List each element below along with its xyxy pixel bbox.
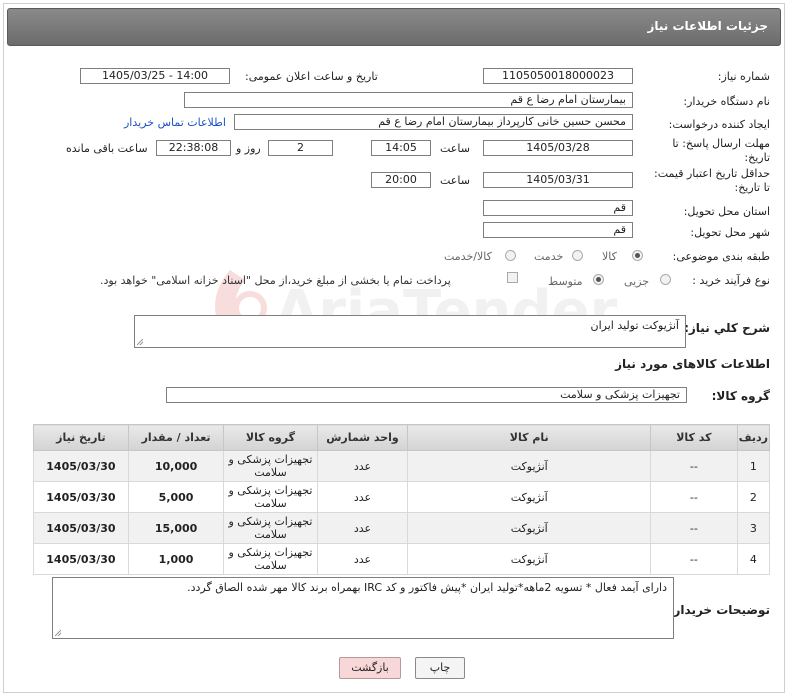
requester-label: ایجاد کننده درخواست: <box>668 118 770 131</box>
goods-info-heading: اطلاعات کالاهای مورد نیاز <box>615 357 770 371</box>
buyer-org-field: بیمارستان امام رضا ع قم <box>184 92 633 108</box>
col-goods-group: گروه کالا <box>223 424 318 451</box>
header-bar: جزئیات اطلاعات نیاز <box>7 8 781 46</box>
cell-goods-code: -- <box>650 543 738 575</box>
process-type-label: نوع فرآیند خرید : <box>692 274 770 287</box>
col-need-date: تاریخ نیاز <box>33 424 129 451</box>
goods-group-field: تجهیزات پزشکی و سلامت <box>166 387 687 403</box>
cell-goods-name: آنژیوکت <box>407 450 652 482</box>
cell-unit: عدد <box>316 481 409 513</box>
cell-goods-name: آنژیوکت <box>407 481 652 513</box>
resize-grip-icon[interactable] <box>137 339 143 345</box>
col-row-number: ردیف <box>736 424 771 451</box>
cell-goods-group: تجهیزات پزشکی و سلامت <box>223 450 318 482</box>
requester-field: محسن حسین خانی کارپرداز بیمارستان امام ر… <box>234 114 633 130</box>
treasury-payment-note: پرداخت تمام یا بخشی از مبلغ خرید،از محل … <box>100 274 451 287</box>
cell-unit: عدد <box>316 512 409 544</box>
need-number-field: 1105050018000023 <box>483 68 633 84</box>
general-desc-label: شرح کلي نياز: <box>684 321 770 335</box>
col-goods-code: کد کالا <box>650 424 738 451</box>
resize-grip-icon[interactable] <box>55 630 61 636</box>
cell-unit: عدد <box>316 543 409 575</box>
cell-goods-code: -- <box>650 512 738 544</box>
col-unit: واحد شمارش <box>316 424 409 451</box>
general-desc-text: آنژیوکت تولید ایران <box>590 319 679 332</box>
cell-goods-code: -- <box>650 481 738 513</box>
city-label: شهر محل تحویل: <box>690 226 770 239</box>
general-desc-textarea[interactable]: آنژیوکت تولید ایران <box>134 315 686 348</box>
validity-date-field: 1405/03/31 <box>483 172 633 188</box>
process-option-minor: جزیی <box>624 275 650 288</box>
cell-goods-code: -- <box>650 450 738 482</box>
buyer-notes-text: دارای آیمد فعال * تسویه 2ماهه*تولید ایرا… <box>187 581 667 594</box>
province-label: استان محل تحویل: <box>683 205 770 218</box>
goods-table-header: تاریخ نیاز تعداد / مقدار گروه کالا واحد … <box>33 424 771 451</box>
cell-row-number: 4 <box>736 543 771 575</box>
category-radio-both[interactable] <box>505 250 516 261</box>
reply-days-field: 2 <box>268 140 333 156</box>
announce-date-label: تاریخ و ساعت اعلان عمومی: <box>245 70 378 83</box>
reply-time-field: 14:05 <box>371 140 431 156</box>
day-and-label: روز و <box>236 142 261 155</box>
cell-goods-group: تجهیزات پزشکی و سلامت <box>223 481 318 513</box>
buyer-notes-textarea[interactable]: دارای آیمد فعال * تسویه 2ماهه*تولید ایرا… <box>52 577 674 639</box>
cell-unit: عدد <box>316 450 409 482</box>
remaining-label: ساعت باقی مانده <box>66 142 148 155</box>
category-option-goods: کالا <box>602 250 617 263</box>
reply-time-label: ساعت <box>440 142 470 155</box>
remaining-time-field: 22:38:08 <box>156 140 231 156</box>
province-field: قم <box>483 200 633 216</box>
cell-need-date: 1405/03/30 <box>33 512 129 544</box>
table-row: 1405/03/30 5,000 تجهیزات پزشکی و سلامت ع… <box>33 481 771 513</box>
reply-date-field: 1405/03/28 <box>483 140 633 156</box>
cell-row-number: 1 <box>736 450 771 482</box>
cell-need-date: 1405/03/30 <box>33 543 129 575</box>
cell-quantity: 15,000 <box>127 512 225 544</box>
city-field: قم <box>483 222 633 238</box>
cell-goods-group: تجهیزات پزشکی و سلامت <box>223 543 318 575</box>
buyer-notes-label: توضیحات خریدار: <box>668 603 770 617</box>
validity-time-label: ساعت <box>440 174 470 187</box>
category-option-both: کالا/خدمت <box>444 250 492 263</box>
cell-goods-name: آنژیوکت <box>407 543 652 575</box>
process-radio-minor[interactable] <box>660 274 671 285</box>
goods-table: تاریخ نیاز تعداد / مقدار گروه کالا واحد … <box>33 424 771 575</box>
validity-time-field: 20:00 <box>371 172 431 188</box>
price-validity-label: حداقل تاریخ اعتبار قیمت: تا تاریخ: <box>654 167 770 194</box>
table-row: 1405/03/30 10,000 تجهیزات پزشکی و سلامت … <box>33 450 771 482</box>
table-row: 1405/03/30 1,000 تجهیزات پزشکی و سلامت ع… <box>33 543 771 575</box>
col-goods-name: نام کالا <box>407 424 652 451</box>
cell-quantity: 5,000 <box>127 481 225 513</box>
goods-group-label: گروه کالا: <box>711 389 770 403</box>
treasury-payment-checkbox[interactable] <box>507 272 518 283</box>
cell-goods-group: تجهیزات پزشکی و سلامت <box>223 512 318 544</box>
cell-quantity: 10,000 <box>127 450 225 482</box>
process-option-medium: متوسط <box>548 275 583 288</box>
cell-need-date: 1405/03/30 <box>33 481 129 513</box>
category-label: طبقه بندی موضوعی: <box>672 250 770 263</box>
process-radio-medium[interactable] <box>593 274 604 285</box>
cell-goods-name: آنژیوکت <box>407 512 652 544</box>
cell-row-number: 3 <box>736 512 771 544</box>
category-radio-goods[interactable] <box>632 250 643 261</box>
cell-row-number: 2 <box>736 481 771 513</box>
page-title: جزئیات اطلاعات نیاز <box>647 19 768 33</box>
cell-quantity: 1,000 <box>127 543 225 575</box>
category-radio-service[interactable] <box>572 250 583 261</box>
buyer-org-label: نام دستگاه خریدار: <box>683 95 770 108</box>
category-option-service: خدمت <box>534 250 564 263</box>
announce-date-field: 1405/03/25 - 14:00 <box>80 68 230 84</box>
cell-need-date: 1405/03/30 <box>33 450 129 482</box>
table-row: 1405/03/30 15,000 تجهیزات پزشکی و سلامت … <box>33 512 771 544</box>
buyer-contact-link[interactable]: اطلاعات تماس خریدار <box>124 116 226 129</box>
need-number-label: شماره نیاز: <box>717 70 770 83</box>
back-button[interactable]: بازگشت <box>339 657 401 679</box>
reply-deadline-label: مهلت ارسال پاسخ: تا تاریخ: <box>672 137 770 164</box>
print-button[interactable]: چاپ <box>415 657 465 679</box>
col-quantity: تعداد / مقدار <box>127 424 225 451</box>
